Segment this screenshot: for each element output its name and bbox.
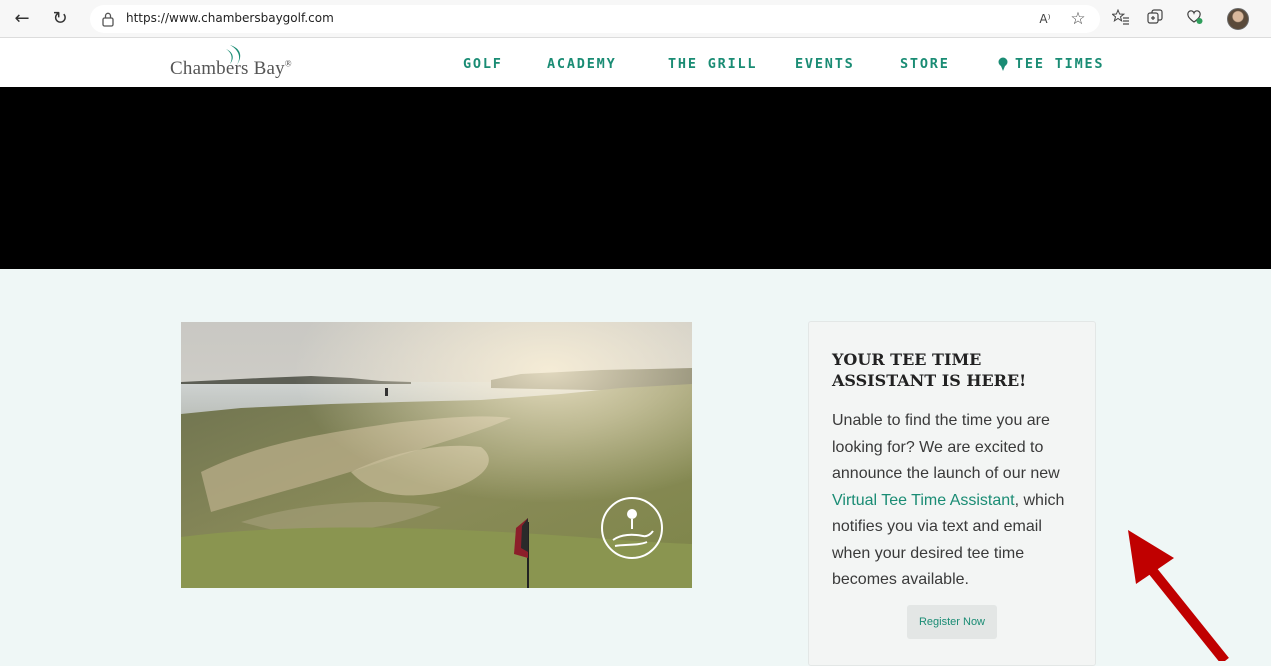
nav-academy[interactable]: ACADEMY — [547, 56, 617, 72]
nav-the-grill[interactable]: THE GRILL — [668, 56, 757, 72]
nav-golf[interactable]: GOLF — [463, 56, 503, 72]
hero-video[interactable] — [0, 87, 1271, 269]
red-arrow-annotation — [1128, 530, 1229, 661]
refresh-icon[interactable]: ↻ — [50, 9, 70, 29]
browser-toolbar: ← ↻ https://www.chambersbaygolf.com A⁾ ☆ — [0, 0, 1271, 38]
tee-pin-icon — [998, 57, 1008, 71]
site-header: Chambers Bay® GOLF ACADEMY THE GRILL EVE… — [0, 38, 1271, 87]
card-body: Unable to find the time you are looking … — [832, 412, 1065, 588]
favorite-star-icon[interactable]: ☆ — [1068, 9, 1088, 29]
back-arrow-icon[interactable]: ← — [12, 9, 32, 29]
golf-course-photo — [181, 322, 692, 588]
lock-icon[interactable] — [101, 11, 115, 27]
favorites-list-icon[interactable] — [1110, 8, 1131, 29]
read-aloud-icon[interactable]: A⁾ — [1035, 9, 1055, 29]
address-bar[interactable]: https://www.chambersbaygolf.com — [90, 5, 1100, 33]
url-text[interactable]: https://www.chambersbaygolf.com — [126, 11, 334, 25]
collections-icon[interactable] — [1145, 9, 1165, 29]
profile-avatar-icon[interactable] — [1227, 8, 1249, 30]
register-now-button[interactable]: Register Now — [907, 605, 997, 639]
registered-mark: ® — [284, 58, 292, 69]
nav-tee-times[interactable]: TEE TIMES — [1015, 56, 1104, 72]
tee-time-assistant-card: YOUR TEE TIME ASSISTANT IS HERE! Unable … — [808, 321, 1096, 666]
logo-text: Chambers Bay — [170, 58, 285, 79]
nav-store[interactable]: STORE — [900, 56, 950, 72]
extensions-icon[interactable] — [1185, 9, 1205, 29]
virtual-tee-time-assistant-link[interactable]: Virtual Tee Time Assistant — [832, 492, 1015, 509]
card-title: YOUR TEE TIME ASSISTANT IS HERE! — [832, 350, 1027, 390]
chambers-bay-logo[interactable]: Chambers Bay® — [170, 44, 310, 84]
nav-events[interactable]: EVENTS — [795, 56, 855, 72]
